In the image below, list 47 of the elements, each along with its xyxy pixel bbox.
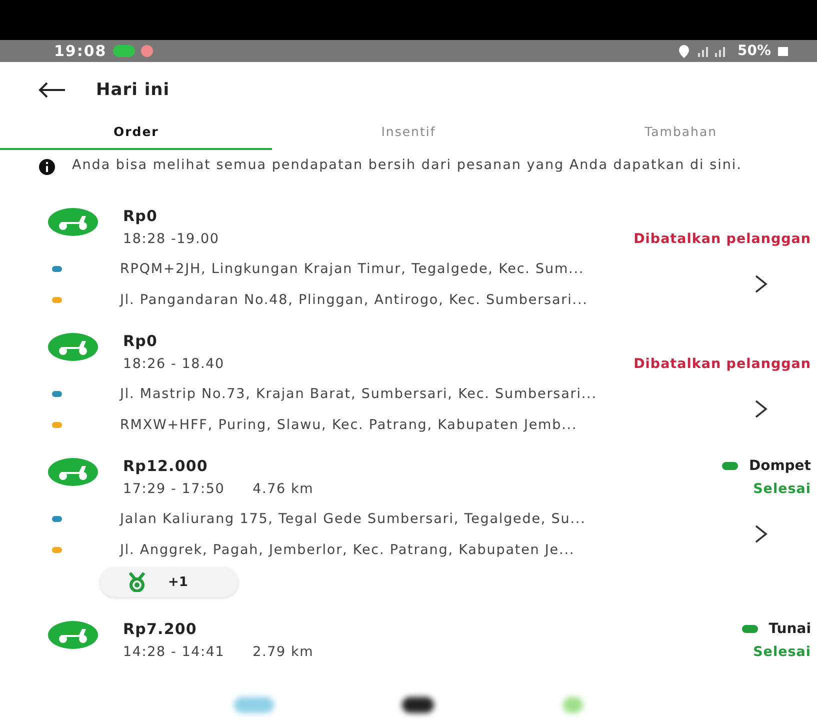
order-amount: Rp7.200 [123,620,197,638]
motorbike-icon [48,333,98,361]
battery-icon [777,45,789,57]
payment-method: Tunai [740,621,811,637]
app-notification-icon [140,45,153,57]
page-title: Hari ini [96,80,170,100]
tab[interactable]: Insentif [272,114,545,150]
order-distance: 2.79 km [252,644,314,660]
order-time: 17:29 - 17:50 [123,481,225,497]
order-status: Dibatalkan pelanggan [634,356,811,372]
order-status: Selesai [753,481,811,497]
order-amount: Rp12.000 [123,457,208,475]
order-time: 18:26 - 18.40 [123,356,224,372]
medal-icon [126,572,148,592]
info-text: Anda bisa melihat semua pendapatan bersih dari pesanan yang Anda dapatkan di sini. [72,158,743,172]
wallet-icon [740,624,759,634]
order-status: Selesai [753,644,811,660]
location-icon [677,44,692,58]
dropoff-address: Jl. Anggrek, Pagah, Jemberlor, Kec. Patrang, Kabupaten Je... [120,542,575,558]
info-icon [38,158,56,176]
dropoff-address: RMXW+HFF, Puring, Slawu, Kec. Patrang, Kabupaten Jemb... [120,416,578,432]
chevron-right-icon[interactable] [754,399,768,419]
chevron-right-icon[interactable] [754,274,768,294]
app-notification-icon [112,45,135,57]
badge-count: +1 [168,574,188,590]
pickup-address: Jalan Kaliurang 175, Tegal Gede Sumbersari, Tegalgede, Su... [120,510,586,526]
order-amount: Rp0 [123,207,158,225]
battery-text: 50% [737,43,771,59]
motorbike-icon [48,621,98,649]
chevron-right-icon[interactable] [754,524,768,544]
home-icon[interactable] [402,697,434,713]
motorbike-icon [48,208,98,236]
motorbike-icon [48,458,98,486]
back-arrow-icon[interactable] [38,82,66,98]
tab[interactable]: Order [0,114,272,150]
pickup-address: RPQM+2JH, Lingkungan Krajan Timur, Tegalgede, Kec. Sum... [120,260,584,276]
pickup-address: Jl. Mastrip No.73, Krajan Barat, Sumbersari, Kec. Sumbersari... [120,386,597,402]
order-time: 18:28 -19.00 [123,231,220,247]
order-amount: Rp0 [123,332,158,350]
payment-method: Dompet [720,458,811,474]
order-time: 14:28 - 14:41 [123,644,225,660]
order-status: Dibatalkan pelanggan [634,231,811,247]
order-distance: 4.76 km [252,481,314,497]
wallet-icon [720,461,739,471]
clock-text: 19:08 [54,42,107,60]
dropoff-address: Jl. Pangandaran No.48, Plinggan, Antirogo, Kec. Sumbersari... [120,292,588,308]
tab[interactable]: Tambahan [544,114,817,150]
